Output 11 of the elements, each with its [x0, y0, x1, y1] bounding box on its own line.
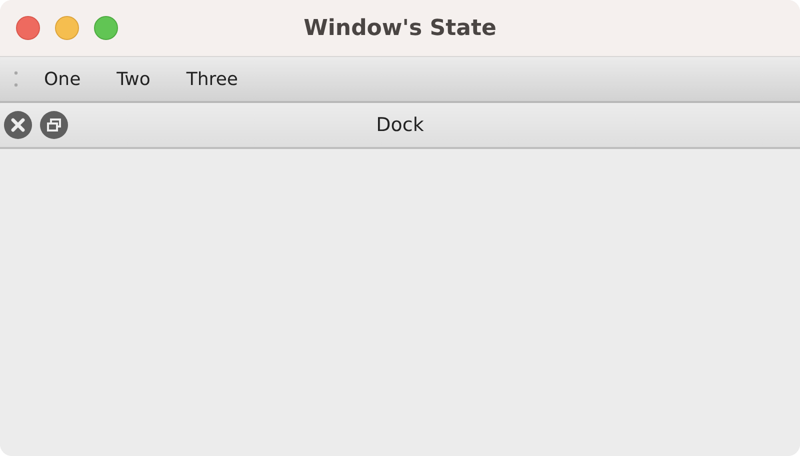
window-title: Window's State — [302, 16, 498, 40]
close-button[interactable] — [16, 16, 40, 40]
float-icon[interactable] — [40, 111, 68, 139]
toolbar-button[interactable]: Three — [168, 64, 256, 94]
toolbar-button[interactable]: One — [26, 64, 99, 94]
minimize-button[interactable] — [55, 16, 79, 40]
zoom-button[interactable] — [94, 16, 118, 40]
grip-handle-icon[interactable] — [14, 71, 18, 87]
close-icon[interactable] — [4, 111, 32, 139]
dock-title: Dock — [375, 114, 425, 136]
toolbar-button[interactable]: Two — [98, 64, 168, 94]
